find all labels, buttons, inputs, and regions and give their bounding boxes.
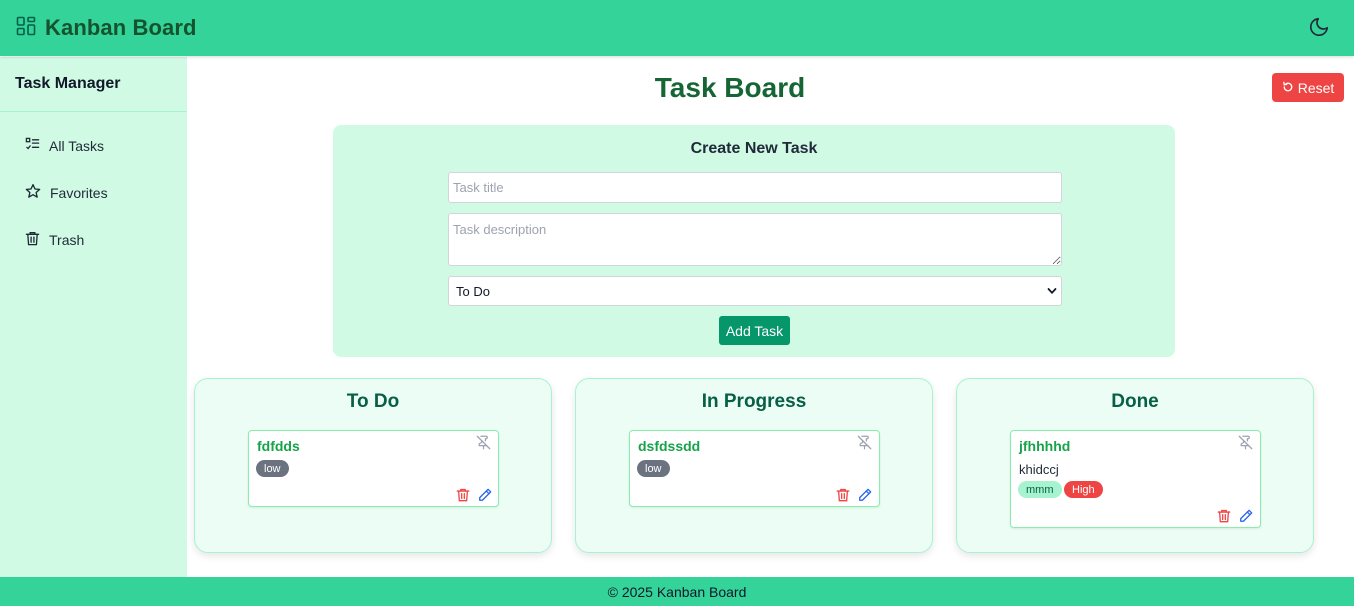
pin-off-icon[interactable] [857, 435, 872, 455]
column-title: Done [1111, 391, 1159, 412]
status-select-value: To Do [456, 283, 490, 299]
task-card[interactable]: dsfdssdd low [629, 430, 880, 507]
star-icon [25, 183, 41, 202]
edit-pencil-icon[interactable] [1239, 509, 1253, 523]
sidebar-item-label: All Tasks [49, 137, 104, 154]
task-title: fdfdds [257, 438, 300, 454]
sidebar-item-label: Trash [49, 231, 85, 248]
task-card[interactable]: jfhhhhd khidccj mmm High [1010, 430, 1261, 528]
tag-badge: mmm [1018, 481, 1062, 498]
column-title: In Progress [701, 391, 807, 412]
footer-text: © 2025 Kanban Board [607, 583, 747, 600]
app-footer: © 2025 Kanban Board [0, 577, 1354, 606]
sidebar-nav: All Tasks Favorites Trash [0, 112, 187, 263]
priority-badge: low [637, 460, 670, 477]
priority-badge: low [256, 460, 289, 477]
sidebar-item-trash[interactable]: Trash [0, 216, 187, 263]
edit-pencil-icon[interactable] [858, 488, 872, 502]
page-title: Task Board [654, 72, 806, 103]
delete-icon[interactable] [836, 488, 850, 502]
brand[interactable]: Kanban Board [16, 15, 197, 41]
app-header: Kanban Board [0, 0, 1354, 56]
sidebar-item-all-tasks[interactable]: All Tasks [0, 122, 187, 169]
delete-icon[interactable] [1217, 509, 1231, 523]
column-done: Done jfhhhhd khidccj mmm High [956, 378, 1314, 553]
reset-label: Reset [1297, 79, 1335, 96]
dashboard-grid-icon [16, 16, 36, 41]
task-title: jfhhhhd [1019, 438, 1071, 454]
sidebar-item-favorites[interactable]: Favorites [0, 169, 187, 216]
priority-badge: High [1064, 481, 1103, 498]
rotate-icon [1282, 80, 1294, 96]
task-description-input[interactable] [448, 213, 1062, 266]
edit-pencil-icon[interactable] [478, 488, 492, 502]
task-title: dsfdssdd [638, 438, 701, 454]
reset-button[interactable]: Reset [1272, 73, 1344, 102]
column-in-progress: In Progress dsfdssdd low [575, 378, 933, 553]
pin-off-icon[interactable] [1238, 435, 1253, 455]
column-title: To Do [346, 391, 400, 412]
create-task-form: Create New Task To Do Add Task [333, 125, 1175, 357]
task-card[interactable]: fdfdds low [248, 430, 499, 507]
delete-icon[interactable] [456, 488, 470, 502]
trash-icon [25, 231, 40, 249]
column-todo: To Do fdfdds low [194, 378, 552, 553]
pin-off-icon[interactable] [476, 435, 491, 455]
chevron-down-icon [1047, 284, 1057, 299]
status-select[interactable]: To Do [448, 276, 1062, 306]
create-task-heading: Create New Task [690, 140, 818, 157]
sidebar: Task Manager All Tasks Favorites Trash [0, 57, 187, 577]
task-list-icon [25, 137, 40, 155]
sidebar-title: Task Manager [0, 57, 187, 112]
task-title-input[interactable] [448, 172, 1062, 203]
moon-icon[interactable] [1308, 16, 1330, 38]
add-task-button[interactable]: Add Task [719, 316, 790, 345]
task-description: khidccj [1019, 462, 1059, 477]
brand-title: Kanban Board [45, 15, 197, 40]
sidebar-item-label: Favorites [50, 184, 108, 201]
